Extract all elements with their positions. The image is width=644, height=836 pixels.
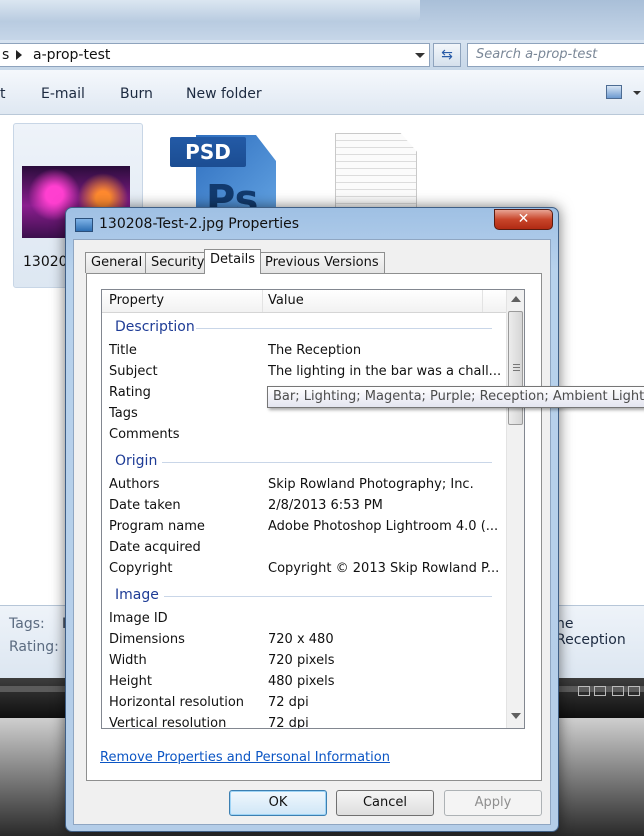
list-header: Property Value — [102, 290, 506, 313]
property-value-authors[interactable]: Skip Rowland Photography; Inc. — [268, 477, 474, 492]
explorer-titlebar — [0, 0, 644, 40]
property-name: Date acquired — [109, 540, 201, 555]
property-value-height: 480 pixels — [268, 674, 335, 689]
address-box[interactable]: s a-prop-test — [0, 43, 430, 67]
email-button[interactable]: E-mail — [41, 86, 85, 102]
grip-line — [513, 367, 520, 368]
column-divider[interactable] — [262, 290, 263, 312]
property-name: Rating — [109, 385, 151, 400]
image-file-icon — [75, 218, 93, 232]
property-value-horizontal-resolution: 72 dpi — [268, 695, 309, 710]
remove-properties-link[interactable]: Remove Properties and Personal Informati… — [100, 750, 390, 765]
property-value-dimensions: 720 x 480 — [268, 632, 334, 647]
property-value-copyright[interactable]: Copyright © 2013 Skip Rowland P... — [268, 561, 499, 576]
group-divider — [164, 596, 492, 597]
property-name: Title — [109, 343, 137, 358]
tab-security[interactable]: Security — [145, 252, 211, 273]
property-name: Height — [109, 674, 152, 689]
cancel-button[interactable]: Cancel — [336, 790, 434, 816]
property-value-program-name[interactable]: Adobe Photoshop Lightroom 4.0 (... — [268, 519, 498, 534]
tags-tooltip: Bar; Lighting; Magenta; Purple; Receptio… — [267, 386, 644, 408]
restore-icon[interactable] — [594, 686, 606, 696]
search-input[interactable]: Search a-prop-test — [467, 43, 644, 67]
property-name: Authors — [109, 477, 160, 492]
close-window-icon[interactable] — [628, 686, 640, 696]
details-tags-label: Tags: — [9, 616, 45, 632]
property-value-date-taken[interactable]: 2/8/2013 6:53 PM — [268, 498, 383, 513]
property-value-width: 720 pixels — [268, 653, 335, 668]
details-title-value[interactable]: he Reception — [556, 616, 644, 648]
property-name: Program name — [109, 519, 205, 534]
command-bar: t E-mail Burn New folder — [0, 70, 644, 115]
refresh-button[interactable]: ⇆ — [433, 43, 461, 67]
property-name: Dimensions — [109, 632, 185, 647]
window-icon[interactable] — [612, 686, 624, 696]
group-divider — [196, 328, 492, 329]
column-header-property[interactable]: Property — [109, 293, 164, 308]
grip-line — [513, 364, 520, 365]
titlebar-glow — [0, 0, 420, 22]
new-folder-button[interactable]: New folder — [186, 86, 262, 102]
column-divider[interactable] — [482, 290, 483, 312]
column-header-value[interactable]: Value — [268, 293, 304, 308]
address-bar: s a-prop-test ⇆ Search a-prop-test — [0, 40, 644, 70]
group-heading-image: Image — [115, 587, 159, 603]
search-placeholder: Search a-prop-test — [476, 47, 598, 62]
dialog-title: 130208-Test-2.jpg Properties — [99, 216, 300, 232]
properties-dialog: 130208-Test-2.jpg Properties ✕ General S… — [65, 207, 644, 832]
grip-line — [513, 370, 520, 371]
breadcrumb-current-folder[interactable]: a-prop-test — [33, 47, 110, 63]
change-view-icon[interactable] — [606, 85, 622, 99]
dialog-body: General Security Details Previous Versio… — [73, 239, 644, 825]
group-divider — [162, 462, 492, 463]
minimize-icon[interactable] — [578, 686, 590, 696]
scroll-down-icon[interactable] — [511, 713, 521, 719]
group-heading-origin: Origin — [115, 453, 158, 469]
property-value-title[interactable]: The Reception — [268, 343, 361, 358]
burn-button[interactable]: Burn — [120, 86, 153, 102]
property-name: Tags — [109, 406, 138, 421]
property-value-subject[interactable]: The lighting in the bar was a chall... — [268, 364, 501, 379]
group-heading-description: Description — [115, 319, 195, 335]
file-name-label: 13020 — [23, 254, 68, 270]
psd-badge: PSD — [170, 137, 246, 167]
property-name: Image ID — [109, 611, 168, 626]
property-name: Comments — [109, 427, 180, 442]
ok-button[interactable]: OK — [229, 790, 327, 816]
refresh-icon: ⇆ — [441, 47, 453, 63]
address-dropdown-icon[interactable] — [415, 53, 425, 58]
details-rating-label: Rating: — [9, 639, 59, 655]
scroll-up-icon[interactable] — [511, 296, 521, 302]
tab-details[interactable]: Details — [204, 249, 262, 274]
apply-button[interactable]: Apply — [444, 790, 542, 816]
command-item-partial[interactable]: t — [0, 86, 6, 102]
details-tab-panel: Property Value Description Title The Rec… — [86, 273, 644, 781]
property-list[interactable]: Property Value Description Title The Rec… — [101, 289, 525, 729]
property-name: Horizontal resolution — [109, 695, 245, 710]
property-value-vertical-resolution: 72 dpi — [268, 716, 309, 729]
property-name: Date taken — [109, 498, 181, 513]
vertical-scrollbar[interactable] — [506, 290, 524, 728]
close-button[interactable]: ✕ — [494, 209, 553, 230]
close-icon: ✕ — [517, 211, 530, 227]
tab-general[interactable]: General — [85, 252, 149, 273]
view-dropdown-icon[interactable] — [633, 91, 641, 95]
property-name: Copyright — [109, 561, 173, 576]
property-name: Vertical resolution — [109, 716, 227, 729]
tab-previous-versions[interactable]: Previous Versions — [259, 252, 385, 273]
address-prefix: s — [2, 47, 10, 63]
property-name: Subject — [109, 364, 158, 379]
breadcrumb-arrow-icon[interactable] — [16, 50, 22, 60]
property-name: Width — [109, 653, 147, 668]
